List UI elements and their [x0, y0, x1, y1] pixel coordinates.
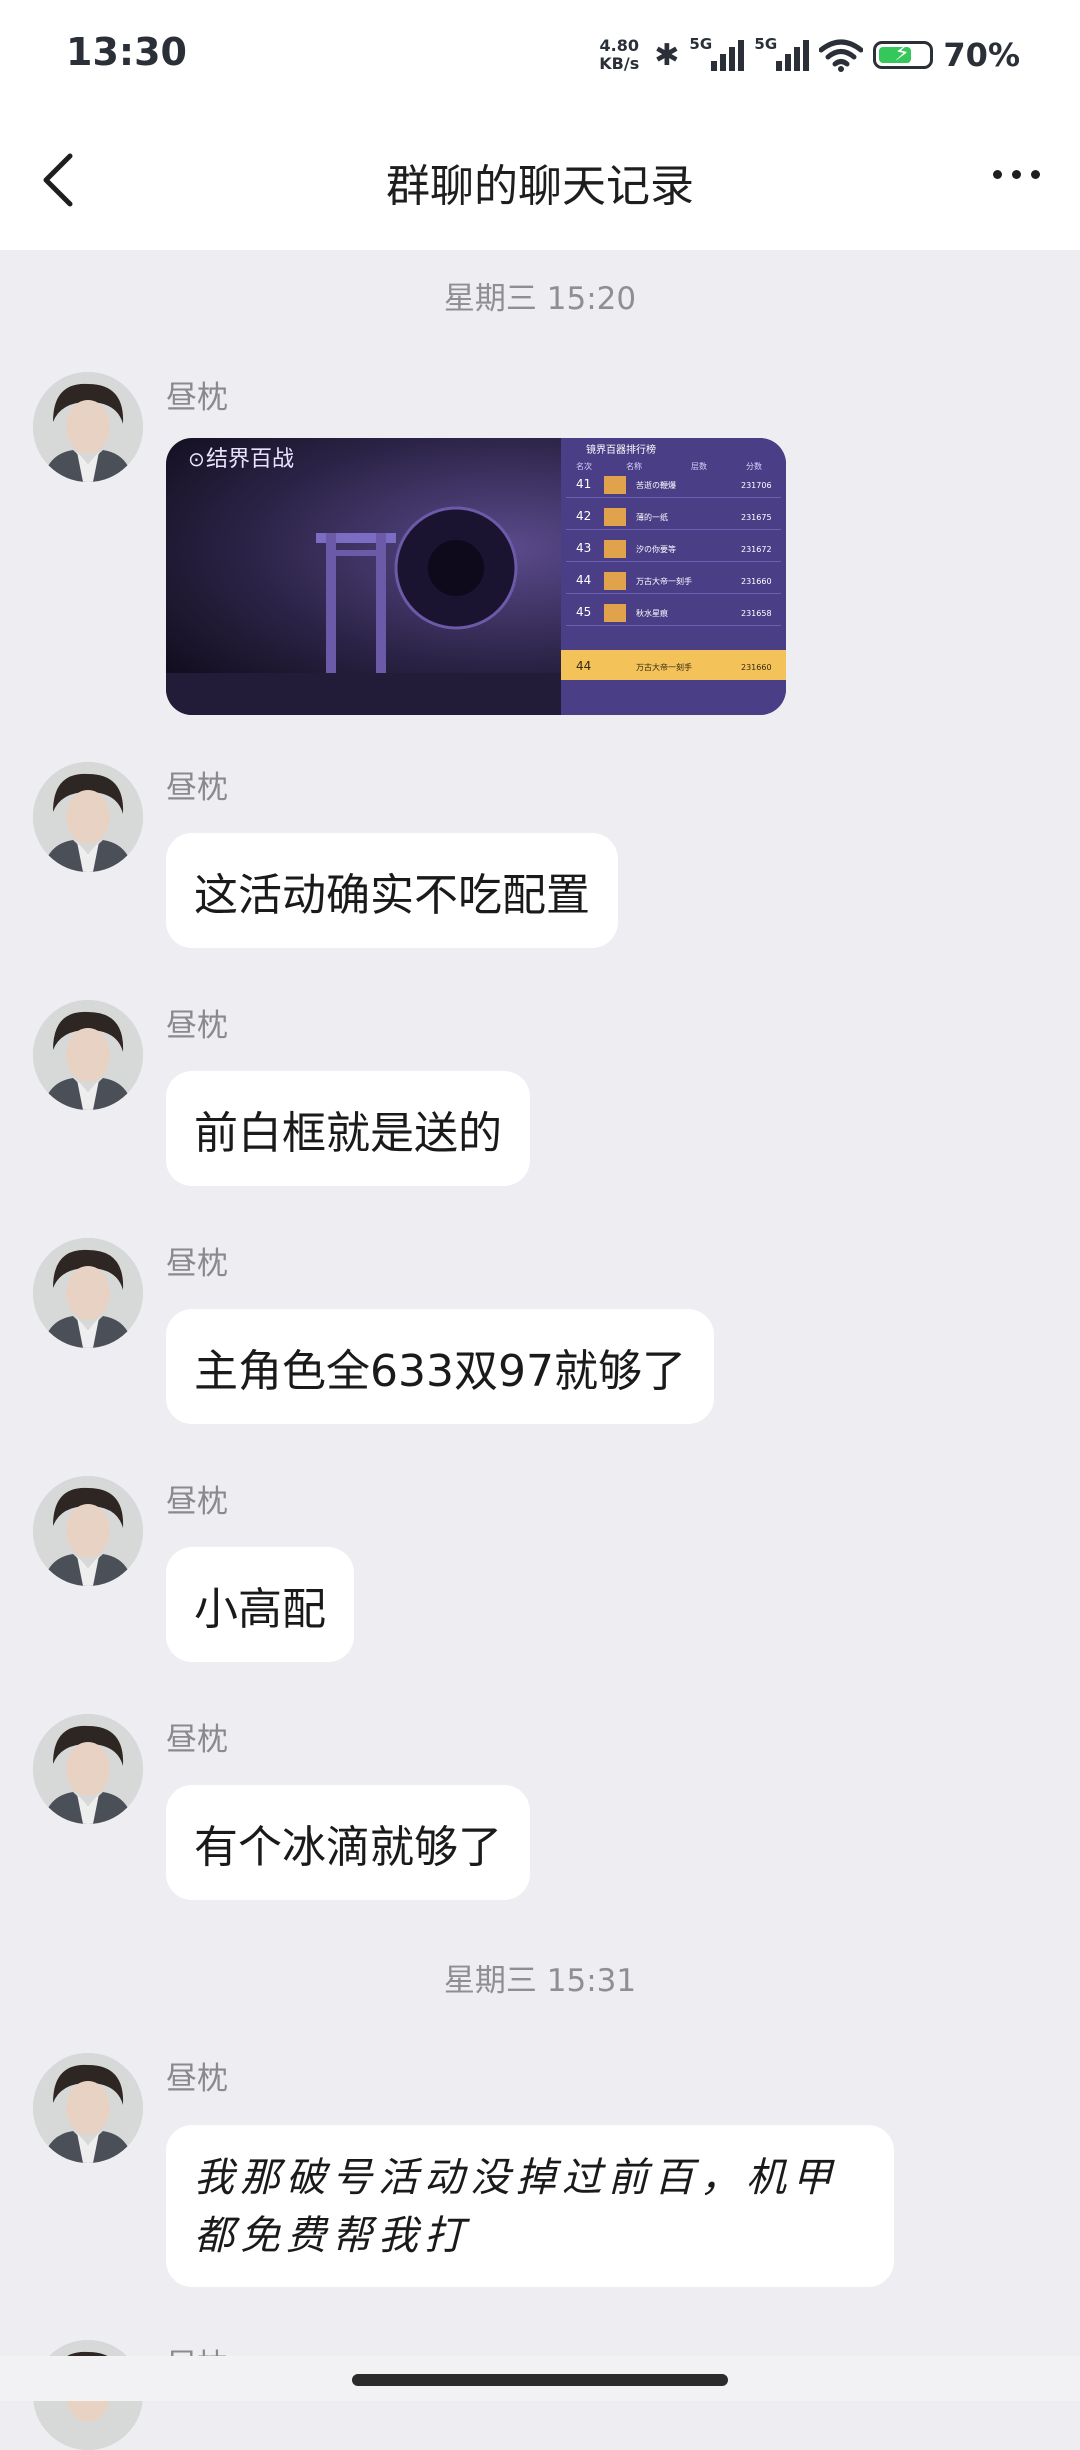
sender-name: 昼枕 [166, 2061, 228, 2097]
avatar[interactable] [33, 1238, 143, 1348]
leaderboard-self-cell: 231660 [741, 663, 772, 672]
leaderboard-header: 层数 [691, 461, 707, 471]
page-title: 群聊的聊天记录 [386, 161, 694, 212]
status-icons: 4.80 KB/s ✱ 5G 5G ⚡ 70% [594, 30, 1020, 80]
player-avatar-icon [604, 476, 626, 494]
leaderboard-cell: 万古大帝一刻手 [636, 576, 692, 586]
leaderboard-cell: 45 [576, 605, 591, 619]
image-message[interactable]: ⊙ 结界百战 镜界百器排行榜 名次 名称 层数 分数 41 苦逝の鞭爆 231706 42 薄… [166, 438, 786, 715]
home-indicator[interactable] [352, 2374, 728, 2386]
player-avatar-icon [604, 604, 626, 622]
timestamp-separator: 星期三 15:20 [443, 281, 637, 317]
leaderboard-row-divider [566, 529, 781, 530]
leaderboard-cell: 43 [576, 541, 591, 555]
leaderboard-cell: 231660 [741, 577, 772, 586]
player-avatar-icon [604, 508, 626, 526]
leaderboard-cell: 42 [576, 509, 591, 523]
clock: 13:30 [66, 30, 187, 74]
sender-name: 昼枕 [166, 1246, 228, 1282]
leaderboard-cell: 汐の你要等 [636, 544, 676, 554]
leaderboard-cell: 41 [576, 477, 591, 491]
leaderboard-cell: 231658 [741, 609, 772, 618]
leaderboard-self-cell: 44 [576, 659, 591, 673]
wifi-icon [819, 39, 864, 72]
leaderboard-cell: 231706 [741, 481, 772, 490]
message-bubble[interactable]: 前白框就是送的 [166, 1071, 530, 1186]
sender-name: 昼枕 [166, 1484, 228, 1520]
leaderboard-cell: 231675 [741, 513, 772, 522]
avatar[interactable] [33, 1714, 143, 1824]
svg-text:⊙: ⊙ [188, 447, 205, 471]
message-bubble[interactable]: 小高配 [166, 1547, 354, 1662]
avatar[interactable] [33, 1000, 143, 1110]
leaderboard-row-divider [566, 561, 781, 562]
sender-name: 昼枕 [166, 1008, 228, 1044]
timestamp-separator: 星期三 15:31 [443, 1963, 637, 1999]
home-indicator-bar [0, 2356, 1080, 2401]
net-speed: 4.80 KB/s [599, 36, 640, 73]
battery-icon: ⚡ [873, 41, 934, 69]
leaderboard-cell: 44 [576, 573, 591, 587]
avatar[interactable] [33, 372, 143, 482]
signal-sim2-icon: 5G [754, 35, 810, 71]
leaderboard-cell: 薄的一纸 [636, 512, 668, 522]
nav-bar: 群聊的聊天记录 [0, 110, 1080, 250]
leaderboard-header: 名称 [626, 461, 642, 471]
status-bar: 13:30 4.80 KB/s ✱ 5G 5G ⚡ 70% [0, 0, 1080, 110]
sender-name: 昼枕 [166, 380, 228, 416]
battery-percent: 70% [943, 36, 1020, 74]
leaderboard-header: 分数 [746, 461, 762, 471]
message-bubble[interactable]: 我那破号活动没掉过前百，机甲都免费帮我打 [166, 2125, 894, 2287]
leaderboard-title: 镜界百器排行榜 [586, 443, 656, 456]
leaderboard-row-divider [566, 497, 781, 498]
leaderboard-cell: 231672 [741, 545, 772, 554]
avatar[interactable] [33, 1476, 143, 1586]
avatar-image [33, 372, 143, 482]
leaderboard-header: 名次 [576, 461, 592, 471]
message-bubble[interactable]: 这活动确实不吃配置 [166, 833, 618, 948]
leaderboard-cell: 苦逝の鞭爆 [636, 480, 676, 490]
player-avatar-icon [604, 540, 626, 558]
leaderboard-row-divider [566, 593, 781, 594]
signal-sim1-icon: 5G [689, 35, 745, 71]
avatar[interactable] [33, 762, 143, 872]
sender-name: 昼枕 [166, 1722, 228, 1758]
leaderboard-cell: 秋水星痕 [636, 608, 668, 618]
avatar[interactable] [33, 2053, 143, 2163]
message-bubble[interactable]: 有个冰滴就够了 [166, 1785, 530, 1900]
leaderboard-self-cell: 万古大帝一刻手 [636, 662, 692, 672]
sender-name: 昼枕 [166, 770, 228, 806]
leaderboard-row-divider [566, 625, 781, 626]
image-game-title: 结界百战 [206, 447, 294, 472]
game-screenshot: ⊙ 结界百战 镜界百器排行榜 名次 名称 层数 分数 41 苦逝の鞭爆 231706 42 薄… [166, 438, 786, 715]
message-bubble[interactable]: 主角色全633双97就够了 [166, 1309, 714, 1424]
more-icon[interactable] [993, 170, 1040, 179]
player-avatar-icon [604, 572, 626, 590]
bluetooth-icon: ✱ [654, 37, 680, 73]
